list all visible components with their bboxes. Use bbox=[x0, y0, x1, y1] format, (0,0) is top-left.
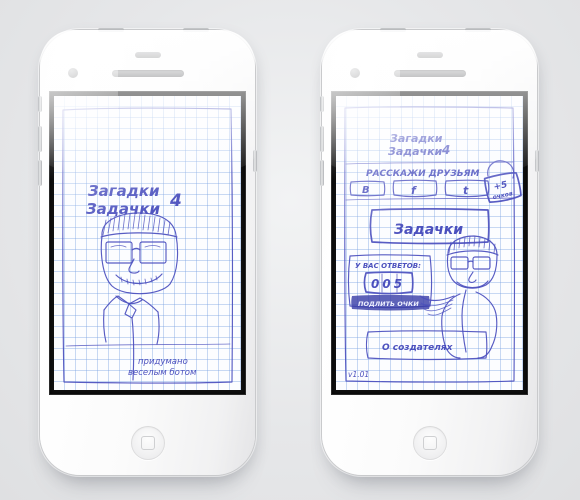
home-button-glyph bbox=[422, 436, 437, 450]
antenna-nub bbox=[98, 28, 124, 32]
title-mark: 4 bbox=[441, 143, 450, 157]
volume-down-button[interactable] bbox=[38, 160, 42, 186]
iphone-right: Загадки Задачки 4 РАССКАЖИ ДРУЗЬЯМ B f t… bbox=[320, 28, 539, 475]
camera-icon bbox=[68, 68, 78, 78]
share-vk-button: B bbox=[350, 181, 385, 196]
share-facebook-button: f bbox=[393, 180, 437, 197]
antenna-nub bbox=[183, 28, 209, 32]
antenna-nub bbox=[465, 28, 491, 32]
home-button[interactable] bbox=[130, 426, 165, 460]
title-line1: Загадки bbox=[88, 182, 160, 200]
mascot-illustration bbox=[101, 213, 178, 380]
about-button-label: О создателях bbox=[382, 343, 454, 353]
graph-paper-left: Загадки Задачки 4 придумано веселым бото… bbox=[54, 96, 241, 390]
splash-sketch: Загадки Задачки 4 придумано веселым бото… bbox=[54, 96, 241, 390]
mockup-stage: Загадки Задачки 4 придумано веселым бото… bbox=[0, 0, 580, 500]
share-facebook-label: f bbox=[411, 184, 417, 197]
volume-up-button[interactable] bbox=[38, 126, 42, 152]
footer-line2: веселым ботом bbox=[128, 368, 197, 378]
volume-down-button[interactable] bbox=[320, 160, 324, 186]
add-points-button-label: ПОДЛИТЬ ОЧКИ bbox=[358, 300, 419, 308]
screen-left[interactable]: Загадки Задачки 4 придумано веселым бото… bbox=[50, 92, 245, 394]
share-vk-label: B bbox=[362, 185, 370, 196]
iphone-left: Загадки Задачки 4 придумано веселым бото… bbox=[38, 28, 257, 475]
graph-paper-right: Загадки Задачки 4 РАССКАЖИ ДРУЗЬЯМ B f t… bbox=[336, 96, 523, 390]
sim-tray bbox=[253, 150, 257, 172]
proximity-sensor bbox=[134, 52, 161, 58]
antenna-nub bbox=[380, 28, 406, 32]
proximity-sensor bbox=[416, 52, 443, 58]
tasks-button-label: Задачки bbox=[394, 222, 463, 238]
sim-tray bbox=[535, 150, 539, 172]
score-label: У ВАС ОТВЕТОВ: bbox=[355, 262, 421, 270]
screen-right[interactable]: Загадки Задачки 4 РАССКАЖИ ДРУЗЬЯМ B f t… bbox=[332, 92, 527, 394]
share-twitter-label: t bbox=[463, 184, 469, 197]
volume-up-button[interactable] bbox=[320, 126, 324, 152]
title-mark: 4 bbox=[169, 191, 182, 211]
earpiece-speaker bbox=[393, 70, 466, 77]
bonus-badge: +5 очков bbox=[484, 171, 522, 204]
title-line1: Загадки bbox=[390, 132, 443, 145]
score-panel: У ВАС ОТВЕТОВ: 005 ПОДЛИТЬ ОЧКИ bbox=[349, 255, 432, 311]
home-button-glyph bbox=[140, 436, 155, 450]
title-line2: Задачки bbox=[388, 145, 443, 158]
about-button: О создателях bbox=[367, 331, 487, 360]
silent-switch[interactable] bbox=[38, 96, 42, 112]
silent-switch[interactable] bbox=[320, 96, 324, 112]
menu-sketch: Загадки Задачки 4 РАССКАЖИ ДРУЗЬЯМ B f t… bbox=[336, 96, 523, 390]
share-twitter-button: t bbox=[445, 180, 489, 197]
share-label: РАССКАЖИ ДРУЗЬЯМ bbox=[366, 169, 480, 179]
camera-icon bbox=[350, 68, 360, 78]
earpiece-speaker bbox=[111, 70, 184, 77]
home-button[interactable] bbox=[412, 426, 447, 460]
version-label: v1.01 bbox=[348, 370, 369, 379]
score-counter: 005 bbox=[371, 277, 405, 291]
tasks-button: Задачки bbox=[371, 209, 489, 244]
footer-line1: придумано bbox=[138, 357, 188, 367]
